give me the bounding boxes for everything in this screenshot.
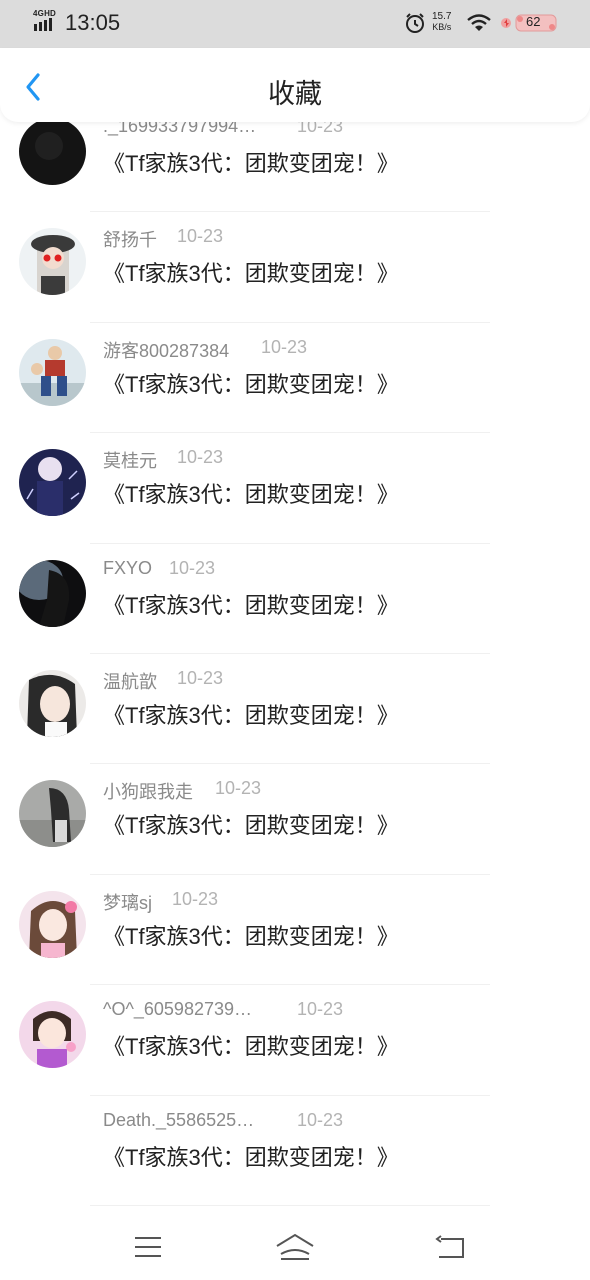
avatar[interactable] bbox=[19, 122, 86, 185]
avatar[interactable] bbox=[19, 890, 86, 958]
date: 10-23 bbox=[297, 122, 344, 136]
signal-icon bbox=[34, 18, 52, 31]
date: 10-23 bbox=[261, 336, 308, 357]
item-title: 《Tf家族3代：团欺变团宠！》 bbox=[103, 1034, 399, 1060]
item-title: 《Tf家族3代：团欺变团宠！》 bbox=[103, 482, 399, 508]
item-title: 《Tf家族3代：团欺变团宠！》 bbox=[103, 261, 399, 287]
avatar[interactable] bbox=[19, 1001, 86, 1069]
divider bbox=[90, 542, 490, 544]
alarm-icon bbox=[406, 13, 424, 33]
divider bbox=[90, 984, 490, 986]
divider bbox=[90, 321, 490, 323]
menu-icon bbox=[135, 1237, 161, 1257]
username: ._169933797994… bbox=[103, 122, 257, 136]
clock: 13:05 bbox=[65, 10, 121, 35]
item-title: 《Tf家族3代：团欺变团宠！》 bbox=[103, 592, 399, 618]
avatar[interactable] bbox=[19, 228, 86, 296]
date: 10-23 bbox=[169, 557, 216, 578]
list-item[interactable]: 小狗跟我走 10-23 《Tf家族3代：团欺变团宠！》 bbox=[0, 772, 590, 882]
divider bbox=[90, 1094, 490, 1096]
list-item[interactable]: 莫桂元 10-23 《Tf家族3代：团欺变团宠！》 bbox=[0, 441, 590, 551]
item-title: 《Tf家族3代：团欺变团宠！》 bbox=[103, 371, 399, 397]
system-nav-bar bbox=[0, 1212, 590, 1280]
divider bbox=[90, 1204, 490, 1206]
divider bbox=[90, 763, 490, 765]
username: 梦璃sj bbox=[103, 892, 152, 913]
divider bbox=[90, 211, 490, 213]
battery-level: 62 bbox=[526, 14, 541, 29]
list-item[interactable]: FXYO 10-23 《Tf家族3代：团欺变团宠！》 bbox=[0, 552, 590, 662]
username: FXYO bbox=[103, 557, 153, 578]
list-item[interactable]: ._169933797994… 10-23 《Tf家族3代：团欺变团宠！》 bbox=[0, 122, 590, 220]
list-item[interactable]: Death._5586525… 10-23 《Tf家族3代：团欺变团宠！》 bbox=[0, 1104, 590, 1212]
date: 10-23 bbox=[177, 226, 224, 247]
wifi-icon bbox=[467, 14, 491, 31]
page-title: 收藏 bbox=[268, 79, 322, 109]
date: 10-23 bbox=[172, 888, 219, 909]
menu-button[interactable] bbox=[128, 1230, 168, 1264]
date: 10-23 bbox=[215, 778, 262, 799]
avatar[interactable] bbox=[19, 780, 86, 848]
divider bbox=[90, 873, 490, 875]
username: 游客800287384 bbox=[103, 340, 230, 361]
network-speed: 15.7 KB/s bbox=[432, 11, 452, 32]
item-title: 《Tf家族3代：团欺变团宠！》 bbox=[103, 813, 399, 839]
list-item[interactable]: 游客800287384 10-23 《Tf家族3代：团欺变团宠！》 bbox=[0, 331, 590, 441]
list-item[interactable]: ^O^_605982739… 10-23 《Tf家族3代：团欺变团宠！》 bbox=[0, 993, 590, 1103]
item-title: 《Tf家族3代：团欺变团宠！》 bbox=[103, 923, 399, 949]
item-title: 《Tf家族3代：团欺变团宠！》 bbox=[103, 702, 399, 728]
date: 10-23 bbox=[297, 1109, 344, 1130]
system-back-button[interactable] bbox=[430, 1230, 470, 1264]
username: 温航歆 bbox=[103, 671, 157, 692]
home-icon bbox=[276, 1233, 314, 1260]
date: 10-23 bbox=[177, 667, 224, 688]
username: ^O^_605982739… bbox=[103, 999, 253, 1020]
date: 10-23 bbox=[177, 447, 224, 468]
home-button[interactable] bbox=[275, 1230, 315, 1264]
status-bar: 4GHD 13:05 15.7 KB/s 62 bbox=[0, 0, 590, 48]
list-item[interactable]: 温航歆 10-23 《Tf家族3代：团欺变团宠！》 bbox=[0, 662, 590, 772]
item-title: 《Tf家族3代：团欺变团宠！》 bbox=[103, 1144, 399, 1170]
avatar[interactable] bbox=[19, 1111, 86, 1179]
divider bbox=[90, 652, 490, 654]
favorites-list[interactable]: ._169933797994… 10-23 《Tf家族3代：团欺变团宠！》 舒扬… bbox=[0, 122, 590, 1212]
date: 10-23 bbox=[297, 999, 344, 1020]
divider bbox=[90, 432, 490, 434]
back-icon bbox=[435, 1235, 464, 1258]
app-header: 收藏 bbox=[0, 48, 590, 122]
avatar[interactable] bbox=[19, 449, 86, 517]
avatar[interactable] bbox=[19, 338, 86, 406]
item-title: 《Tf家族3代：团欺变团宠！》 bbox=[103, 151, 399, 176]
avatar[interactable] bbox=[19, 559, 86, 627]
avatar[interactable] bbox=[19, 669, 86, 737]
list-item[interactable]: 舒扬千 10-23 《Tf家族3代：团欺变团宠！》 bbox=[0, 220, 590, 330]
username: 莫桂元 bbox=[103, 451, 157, 472]
username: 小狗跟我走 bbox=[103, 782, 193, 803]
username: Death._5586525… bbox=[103, 1109, 255, 1130]
list-item[interactable]: 梦璃sj 10-23 《Tf家族3代：团欺变团宠！》 bbox=[0, 883, 590, 993]
username: 舒扬千 bbox=[103, 230, 157, 251]
